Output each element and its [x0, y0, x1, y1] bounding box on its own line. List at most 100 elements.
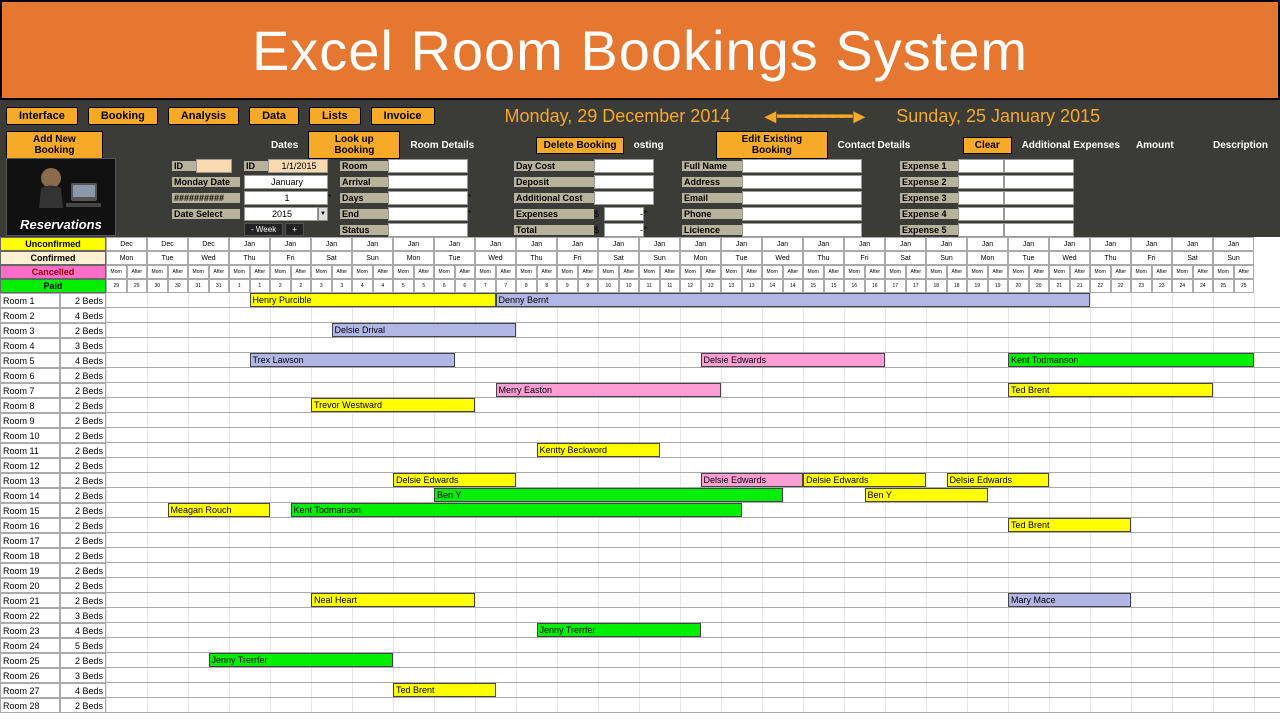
booking-bar[interactable]: Jenny Trerrfer [209, 653, 394, 667]
edit-button[interactable]: Edit Existing Booking [716, 131, 827, 159]
expenses-input[interactable] [604, 207, 644, 221]
gantt-row[interactable]: Ted Brent [106, 683, 1280, 698]
nav-analysis[interactable]: Analysis [168, 107, 239, 125]
phone-input[interactable] [742, 207, 862, 221]
gantt-row[interactable]: Ted Brent [106, 518, 1280, 533]
booking-bar[interactable]: Ted Brent [1008, 518, 1131, 532]
room-beds: 4 Beds [60, 683, 106, 698]
gantt-row[interactable]: Meagan Rouch Kent Todmanson [106, 503, 1280, 518]
end-input[interactable] [388, 207, 468, 221]
clear-button[interactable]: Clear [963, 137, 1012, 154]
date-input[interactable] [268, 159, 328, 173]
lookup-button[interactable]: Look up Booking [308, 131, 400, 159]
room-input[interactable] [388, 159, 468, 173]
gantt-row[interactable]: Trex Lawson Delsie Edwards Kent Todmanson [106, 353, 1280, 368]
booking-bar[interactable]: Kent Todmanson [291, 503, 742, 517]
booking-bar[interactable]: Trex Lawson [250, 353, 455, 367]
booking-bar[interactable]: Delsie Edwards [947, 473, 1050, 487]
dayn-input[interactable] [244, 191, 328, 205]
total-input[interactable] [604, 223, 644, 237]
exp5-desc[interactable] [1004, 223, 1074, 237]
booking-bar[interactable]: Delsie Edwards [803, 473, 926, 487]
star-icon: * [468, 193, 476, 202]
exp5-amt[interactable] [958, 223, 1004, 237]
booking-bar[interactable]: Delsie Edwards [701, 473, 804, 487]
daycost-input[interactable] [594, 159, 654, 173]
legend-calendar: Unconfirmed Confirmed Cancelled Paid Dec… [0, 237, 1280, 293]
address-input[interactable] [742, 175, 862, 189]
gantt-row[interactable] [106, 548, 1280, 563]
gantt-row[interactable] [106, 368, 1280, 383]
gantt-row[interactable] [106, 308, 1280, 323]
gantt-row[interactable] [106, 668, 1280, 683]
gantt-row[interactable] [106, 563, 1280, 578]
exp4-amt[interactable] [958, 207, 1004, 221]
gantt-row[interactable] [106, 413, 1280, 428]
gantt-row[interactable]: Jenny Trerrfer [106, 623, 1280, 638]
nav-interface[interactable]: Interface [6, 107, 78, 125]
booking-bar[interactable]: Ben Y [434, 488, 783, 502]
nav-booking[interactable]: Booking [88, 107, 158, 125]
booking-bar[interactable]: Henry Purcible [250, 293, 496, 307]
gantt-row[interactable] [106, 458, 1280, 473]
booking-bar[interactable]: Mary Mace [1008, 593, 1131, 607]
week-plus-button[interactable]: + [285, 223, 304, 236]
status-input[interactable] [388, 223, 468, 237]
nav-lists[interactable]: Lists [309, 107, 361, 125]
licence-input[interactable] [742, 223, 862, 237]
exp2-amt[interactable] [958, 175, 1004, 189]
exp3-amt[interactable] [958, 191, 1004, 205]
gantt-row[interactable] [106, 428, 1280, 443]
fullname-input[interactable] [742, 159, 862, 173]
exp3-desc[interactable] [1004, 191, 1074, 205]
gantt-row[interactable] [106, 698, 1280, 713]
year-input[interactable] [244, 207, 318, 221]
gantt-row[interactable] [106, 578, 1280, 593]
booking-bar[interactable]: Ted Brent [1008, 383, 1213, 397]
gantt-row[interactable]: Trevor Westward [106, 398, 1280, 413]
delete-button[interactable]: Delete Booking [536, 137, 623, 154]
booking-bar[interactable]: Kentty Beckword [537, 443, 660, 457]
booking-bar[interactable]: Delsie Drival [332, 323, 517, 337]
gantt-row[interactable]: Merry Easton Ted Brent [106, 383, 1280, 398]
gantt-row[interactable]: Kentty Beckword [106, 443, 1280, 458]
addcost-input[interactable] [594, 191, 654, 205]
gantt-row[interactable] [106, 338, 1280, 353]
gantt-row[interactable]: Jenny Trerrfer [106, 653, 1280, 668]
booking-bar[interactable]: Delsie Edwards [701, 353, 886, 367]
booking-bar[interactable]: Ben Y [865, 488, 988, 502]
exp4-desc[interactable] [1004, 207, 1074, 221]
gantt-row[interactable] [106, 533, 1280, 548]
deposit-input[interactable] [594, 175, 654, 189]
gantt-row[interactable] [106, 608, 1280, 623]
gantt-row[interactable]: Delsie EdwardsDelsie EdwardsDelsie Edwar… [106, 473, 1280, 488]
add-booking-button[interactable]: Add New Booking [6, 131, 103, 159]
booking-bar[interactable]: Kent Todmanson [1008, 353, 1254, 367]
arrival-input[interactable] [388, 175, 468, 189]
booking-bar[interactable]: Merry Easton [496, 383, 722, 397]
booking-bar[interactable]: Trevor Westward [311, 398, 475, 412]
gantt-row[interactable]: Henry PurcibleDenny Bernt [106, 293, 1280, 308]
exp2-desc[interactable] [1004, 175, 1074, 189]
exp1-desc[interactable] [1004, 159, 1074, 173]
booking-bar[interactable]: Ted Brent [393, 683, 496, 697]
nav-invoice[interactable]: Invoice [371, 107, 435, 125]
booking-bar[interactable]: Denny Bernt [496, 293, 1091, 307]
dropdown-icon[interactable]: ▼ [318, 207, 328, 221]
email-input[interactable] [742, 191, 862, 205]
id1-input[interactable] [196, 159, 232, 173]
email-label: Email [682, 193, 742, 203]
gantt-row[interactable]: Ben Y Ben Y [106, 488, 1280, 503]
nav-data[interactable]: Data [249, 107, 299, 125]
gantt-row[interactable]: Neal Heart Mary Mace [106, 593, 1280, 608]
gantt-row[interactable]: Delsie Drival [106, 323, 1280, 338]
booking-bar[interactable]: Delsie Edwards [393, 473, 516, 487]
week-minus-button[interactable]: - Week [244, 223, 283, 236]
month-input[interactable] [244, 175, 328, 189]
booking-bar[interactable]: Meagan Rouch [168, 503, 271, 517]
booking-bar[interactable]: Neal Heart [311, 593, 475, 607]
exp1-amt[interactable] [958, 159, 1004, 173]
booking-bar[interactable]: Jenny Trerrfer [537, 623, 701, 637]
gantt-row[interactable] [106, 638, 1280, 653]
days-input[interactable] [388, 191, 468, 205]
